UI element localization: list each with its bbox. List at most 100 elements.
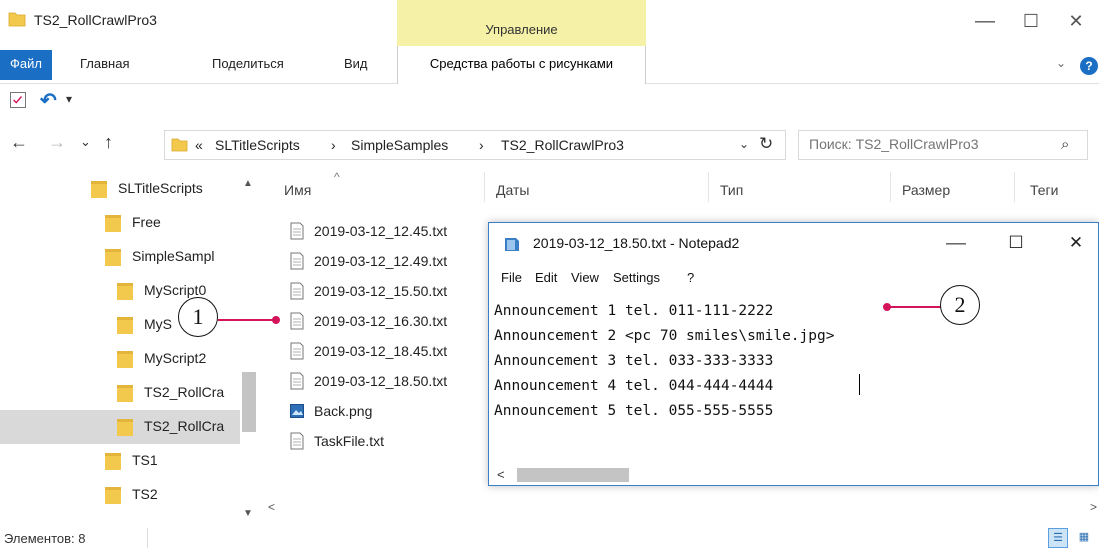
- column-divider[interactable]: [890, 172, 891, 202]
- menu-help[interactable]: ?: [687, 270, 694, 285]
- large-icons-view-icon[interactable]: ▦: [1074, 528, 1094, 548]
- quick-access-toolbar: ↶ ▾: [0, 84, 1099, 116]
- tree-item-simplesamples[interactable]: SimpleSampl: [0, 240, 240, 274]
- breadcrumb-overflow[interactable]: «: [195, 137, 203, 153]
- file-row[interactable]: 2019-03-12_18.45.txt: [290, 338, 480, 368]
- text-file-icon: [290, 312, 304, 330]
- scroll-down-icon[interactable]: ▼: [243, 508, 253, 519]
- navpane-scroll-thumb[interactable]: [242, 372, 256, 432]
- file-row[interactable]: Back.png: [290, 398, 480, 428]
- column-divider[interactable]: [1014, 172, 1015, 202]
- file-row[interactable]: 2019-03-12_16.30.txt: [290, 308, 480, 338]
- forward-arrow-icon[interactable]: →: [48, 132, 66, 153]
- column-header-type[interactable]: Тип: [720, 182, 743, 198]
- breadcrumb-separator[interactable]: ›: [479, 137, 484, 153]
- notepad2-maximize-button[interactable]: ☐: [993, 228, 1039, 258]
- navpane-scrollbar[interactable]: ▲ ▼: [240, 172, 258, 524]
- scroll-right-icon[interactable]: >: [1090, 500, 1097, 514]
- tree-item-ts2-rollcrawlpro3[interactable]: TS2_RollCra: [0, 410, 240, 444]
- recent-locations-icon[interactable]: ⌄: [80, 134, 91, 150]
- column-headers: ^ Имя Даты Тип Размер Теги: [258, 170, 1099, 206]
- scroll-left-icon[interactable]: <: [497, 467, 505, 482]
- text-line: Announcement 4 tel. 044-444-4444: [494, 378, 774, 394]
- menu-edit[interactable]: Edit: [535, 270, 557, 285]
- text-line: Announcement 2 <pc 70 smiles\smile.jpg>: [494, 328, 835, 344]
- divider: [147, 528, 148, 548]
- text-caret: [859, 374, 860, 395]
- column-header-name[interactable]: Имя: [284, 182, 311, 198]
- tree-item-free[interactable]: Free: [0, 206, 240, 240]
- file-row[interactable]: 2019-03-12_12.45.txt: [290, 218, 480, 248]
- breadcrumb-separator[interactable]: ›: [331, 137, 336, 153]
- column-header-size[interactable]: Размер: [902, 182, 950, 198]
- address-dropdown-icon[interactable]: ⌄: [739, 137, 749, 151]
- file-row[interactable]: 2019-03-12_15.50.txt: [290, 278, 480, 308]
- search-icon[interactable]: ⌕: [1061, 136, 1069, 153]
- folder-icon: [105, 215, 121, 232]
- breadcrumb-sltitlescripts[interactable]: SLTitleScripts: [215, 137, 300, 153]
- back-arrow-icon[interactable]: ←: [10, 132, 28, 153]
- tab-home[interactable]: Главная: [80, 56, 129, 71]
- file-row[interactable]: 2019-03-12_18.50.txt: [290, 368, 480, 398]
- tree-item-sltitlescripts[interactable]: SLTitleScripts: [0, 172, 240, 206]
- file-row[interactable]: TaskFile.txt: [290, 428, 480, 458]
- scroll-left-icon[interactable]: <: [268, 500, 275, 514]
- breadcrumb-simplesamples[interactable]: SimpleSamples: [351, 137, 448, 153]
- notepad2-close-button[interactable]: ✕: [1053, 228, 1099, 258]
- menu-settings[interactable]: Settings: [613, 270, 660, 285]
- text-line: Announcement 5 tel. 055-555-5555: [494, 403, 774, 419]
- breadcrumb-ts2-rollcrawlpro3[interactable]: TS2_RollCrawlPro3: [501, 137, 624, 153]
- help-icon[interactable]: ?: [1080, 57, 1098, 75]
- notepad2-editor[interactable]: Announcement 1 tel. 011-111-2222 Announc…: [494, 299, 834, 424]
- column-divider[interactable]: [484, 172, 485, 202]
- chevron-down-icon[interactable]: ⌄: [1056, 56, 1066, 70]
- folder-icon: [117, 351, 133, 368]
- callout-2-leader: [888, 306, 942, 308]
- search-input[interactable]: [809, 136, 1049, 152]
- tree-item-ts2[interactable]: TS2: [0, 478, 240, 512]
- notepad2-hscroll-thumb[interactable]: [517, 468, 629, 482]
- up-arrow-icon[interactable]: ↑: [104, 132, 113, 153]
- file-name: TaskFile.txt: [314, 433, 385, 449]
- column-divider[interactable]: [708, 172, 709, 202]
- tab-file[interactable]: Файл: [0, 50, 52, 80]
- notepad2-app-icon: [505, 238, 519, 251]
- search-box[interactable]: ⌕: [798, 130, 1088, 160]
- manage-label: Управление: [485, 22, 558, 37]
- qat-dropdown-icon[interactable]: ▾: [66, 92, 72, 106]
- scroll-up-icon[interactable]: ▲: [243, 178, 253, 189]
- menu-file[interactable]: File: [501, 270, 522, 285]
- notepad2-hscrollbar[interactable]: <: [489, 465, 1098, 485]
- tree-item-ts1[interactable]: TS1: [0, 444, 240, 478]
- column-header-tags[interactable]: Теги: [1030, 182, 1058, 198]
- maximize-button[interactable]: ☐: [1008, 6, 1054, 36]
- file-list-hscrollbar[interactable]: < >: [258, 500, 1099, 520]
- image-file-icon: [290, 404, 304, 418]
- column-header-date[interactable]: Даты: [496, 182, 529, 198]
- refresh-icon[interactable]: ↻: [759, 134, 773, 154]
- tree-item-myscript2[interactable]: MyScript2: [0, 342, 240, 376]
- tab-picture-tools[interactable]: Средства работы с рисунками: [397, 46, 646, 84]
- folder-icon: [91, 181, 107, 198]
- text-file-icon: [290, 282, 304, 300]
- folder-icon: [117, 385, 133, 402]
- file-row[interactable]: 2019-03-12_12.49.txt: [290, 248, 480, 278]
- undo-icon[interactable]: ↶: [40, 88, 57, 113]
- text-file-icon: [290, 432, 304, 450]
- properties-icon[interactable]: [10, 92, 26, 108]
- folder-icon: [105, 249, 121, 266]
- close-button[interactable]: ✕: [1053, 6, 1099, 36]
- tab-view[interactable]: Вид: [344, 56, 368, 71]
- tab-share[interactable]: Поделиться: [212, 56, 284, 71]
- text-file-icon: [290, 252, 304, 270]
- notepad2-title-bar[interactable]: 2019-03-12_18.50.txt - Notepad2 — ☐ ✕: [489, 223, 1098, 263]
- notepad2-minimize-button[interactable]: —: [933, 228, 979, 258]
- details-view-icon[interactable]: ☰: [1048, 528, 1068, 548]
- address-bar[interactable]: « SLTitleScripts › SimpleSamples › TS2_R…: [164, 130, 786, 160]
- notepad2-window: 2019-03-12_18.50.txt - Notepad2 — ☐ ✕ Fi…: [488, 222, 1099, 486]
- file-name: 2019-03-12_12.45.txt: [314, 223, 448, 239]
- tree-item-ts2-rollcrawl[interactable]: TS2_RollCra: [0, 376, 240, 410]
- menu-view[interactable]: View: [571, 270, 599, 285]
- folder-icon: [171, 138, 188, 152]
- minimize-button[interactable]: —: [962, 6, 1008, 36]
